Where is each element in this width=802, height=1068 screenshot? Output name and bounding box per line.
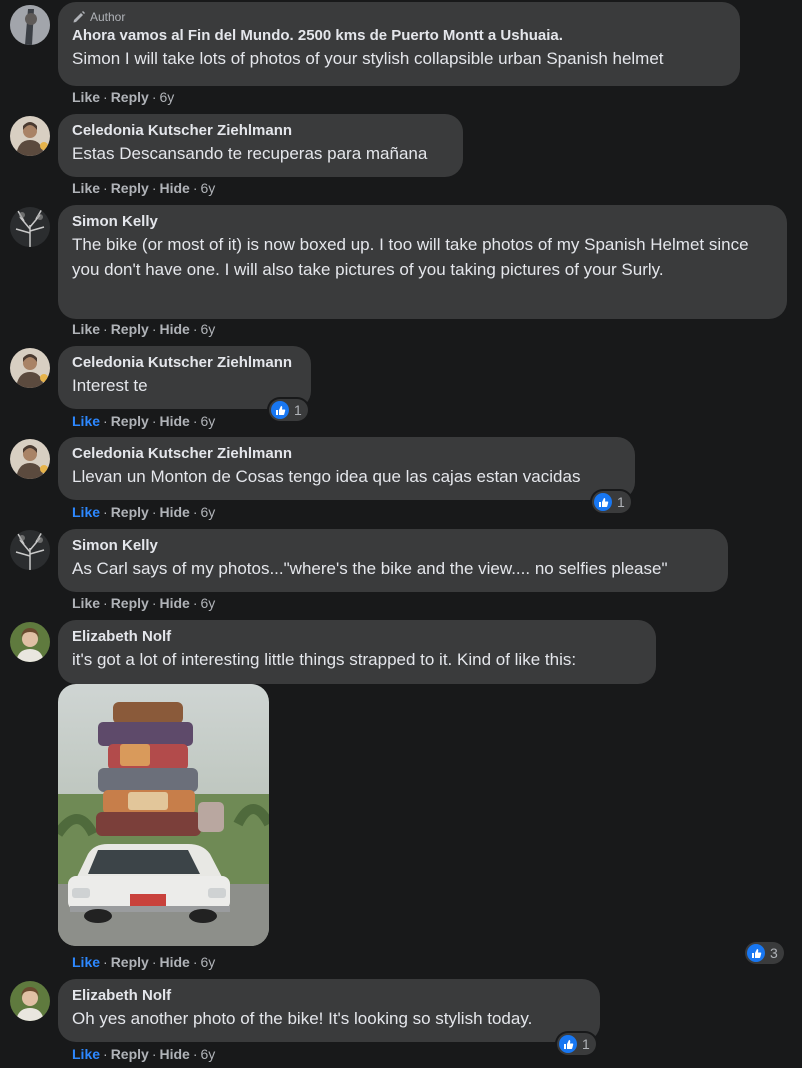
author-badge-label: Author [90, 10, 126, 24]
timestamp[interactable]: 6y [201, 180, 216, 196]
like-reaction-icon [747, 944, 765, 962]
comment-text: Simon I will take lots of photos of your… [72, 49, 664, 68]
like-reaction-icon [594, 493, 612, 511]
hide-button[interactable]: Hide [159, 1046, 189, 1062]
like-button[interactable]: Like [72, 321, 100, 337]
avatar[interactable] [10, 622, 50, 662]
commenter-name[interactable]: Elizabeth Nolf [72, 628, 642, 645]
commenter-name[interactable]: Celedonia Kutscher Ziehlmann [72, 122, 449, 139]
like-button[interactable]: Like [72, 180, 100, 196]
commenter-name[interactable]: Ahora vamos al Fin del Mundo. 2500 kms d… [72, 27, 726, 44]
avatar[interactable] [10, 348, 50, 388]
comment-text: Oh yes another photo of the bike! It's l… [72, 1009, 533, 1028]
reaction-count[interactable]: 1 [592, 491, 631, 513]
comment-actions: Like · Reply · Hide · 6y [72, 321, 216, 337]
reply-button[interactable]: Reply [111, 89, 149, 105]
comment-bubble: Celedonia Kutscher Ziehlmann Estas Desca… [58, 114, 463, 177]
comment-bubble: Elizabeth Nolf it's got a lot of interes… [58, 620, 656, 684]
reaction-count-label: 3 [770, 945, 778, 961]
timestamp[interactable]: 6y [201, 595, 216, 611]
timestamp[interactable]: 6y [201, 954, 216, 970]
like-button[interactable]: Like [72, 504, 100, 520]
comment-actions: Like · Reply · Hide · 6y [72, 1046, 216, 1062]
timestamp[interactable]: 6y [201, 504, 216, 520]
comment-bubble: Simon Kelly The bike (or most of it) is … [58, 205, 787, 319]
like-reaction-icon [559, 1035, 577, 1053]
reaction-count-label: 1 [582, 1036, 590, 1052]
commenter-name[interactable]: Celedonia Kutscher Ziehlmann [72, 354, 297, 371]
like-button[interactable]: Like [72, 1046, 100, 1062]
hide-button[interactable]: Hide [159, 413, 189, 429]
avatar[interactable] [10, 116, 50, 156]
comment-text: Estas Descansando te recuperas para maña… [72, 144, 428, 163]
commenter-name[interactable]: Simon Kelly [72, 213, 773, 230]
comment-bubble: Celedonia Kutscher Ziehlmann Llevan un M… [58, 437, 635, 500]
comment-bubble: Celedonia Kutscher Ziehlmann Interest te [58, 346, 311, 409]
commenter-name[interactable]: Elizabeth Nolf [72, 987, 586, 1004]
commenter-name[interactable]: Celedonia Kutscher Ziehlmann [72, 445, 621, 462]
comment-actions: Like · Reply · Hide · 6y [72, 413, 216, 429]
like-button[interactable]: Like [72, 954, 100, 970]
comment-bubble: Author Ahora vamos al Fin del Mundo. 250… [58, 2, 740, 86]
attached-photo[interactable] [58, 684, 269, 946]
reply-button[interactable]: Reply [111, 595, 149, 611]
reaction-count[interactable]: 1 [557, 1033, 596, 1055]
avatar[interactable] [10, 981, 50, 1021]
reaction-count-label: 1 [294, 402, 302, 418]
comment-actions: Like · Reply · Hide · 6y [72, 595, 216, 611]
reply-button[interactable]: Reply [111, 321, 149, 337]
comment-actions: Like · Reply · Hide · 6y [72, 180, 216, 196]
comment-text: As Carl says of my photos..."where's the… [72, 559, 668, 578]
like-button[interactable]: Like [72, 89, 100, 105]
pencil-icon [73, 11, 85, 23]
comment-actions: Like · Reply · Hide · 6y [72, 504, 216, 520]
like-reaction-icon [271, 401, 289, 419]
reply-button[interactable]: Reply [111, 1046, 149, 1062]
reaction-count[interactable]: 3 [745, 942, 784, 964]
reply-button[interactable]: Reply [111, 180, 149, 196]
avatar[interactable] [10, 439, 50, 479]
comment-text: The bike (or most of it) is now boxed up… [72, 235, 749, 279]
comment-bubble: Elizabeth Nolf Oh yes another photo of t… [58, 979, 600, 1042]
comment-text: Llevan un Monton de Cosas tengo idea que… [72, 467, 581, 486]
reaction-count[interactable]: 1 [269, 399, 308, 421]
like-button[interactable]: Like [72, 595, 100, 611]
hide-button[interactable]: Hide [159, 954, 189, 970]
author-badge: Author [72, 10, 726, 24]
reply-button[interactable]: Reply [111, 504, 149, 520]
timestamp[interactable]: 6y [201, 321, 216, 337]
avatar[interactable] [10, 207, 50, 247]
avatar[interactable] [10, 5, 50, 45]
avatar[interactable] [10, 530, 50, 570]
commenter-name[interactable]: Simon Kelly [72, 537, 714, 554]
like-button[interactable]: Like [72, 413, 100, 429]
timestamp[interactable]: 6y [201, 413, 216, 429]
reply-button[interactable]: Reply [111, 413, 149, 429]
comment-actions: Like · Reply · 6y [72, 89, 175, 105]
comment-text: it's got a lot of interesting little thi… [72, 650, 577, 669]
hide-button[interactable]: Hide [159, 180, 189, 196]
reply-button[interactable]: Reply [111, 954, 149, 970]
comment-actions: Like · Reply · Hide · 6y [72, 954, 216, 970]
hide-button[interactable]: Hide [159, 504, 189, 520]
reaction-count-label: 1 [617, 494, 625, 510]
timestamp[interactable]: 6y [201, 1046, 216, 1062]
timestamp[interactable]: 6y [159, 89, 174, 105]
hide-button[interactable]: Hide [159, 321, 189, 337]
comment-bubble: Simon Kelly As Carl says of my photos...… [58, 529, 728, 592]
comment-text: Interest te [72, 376, 148, 395]
hide-button[interactable]: Hide [159, 595, 189, 611]
